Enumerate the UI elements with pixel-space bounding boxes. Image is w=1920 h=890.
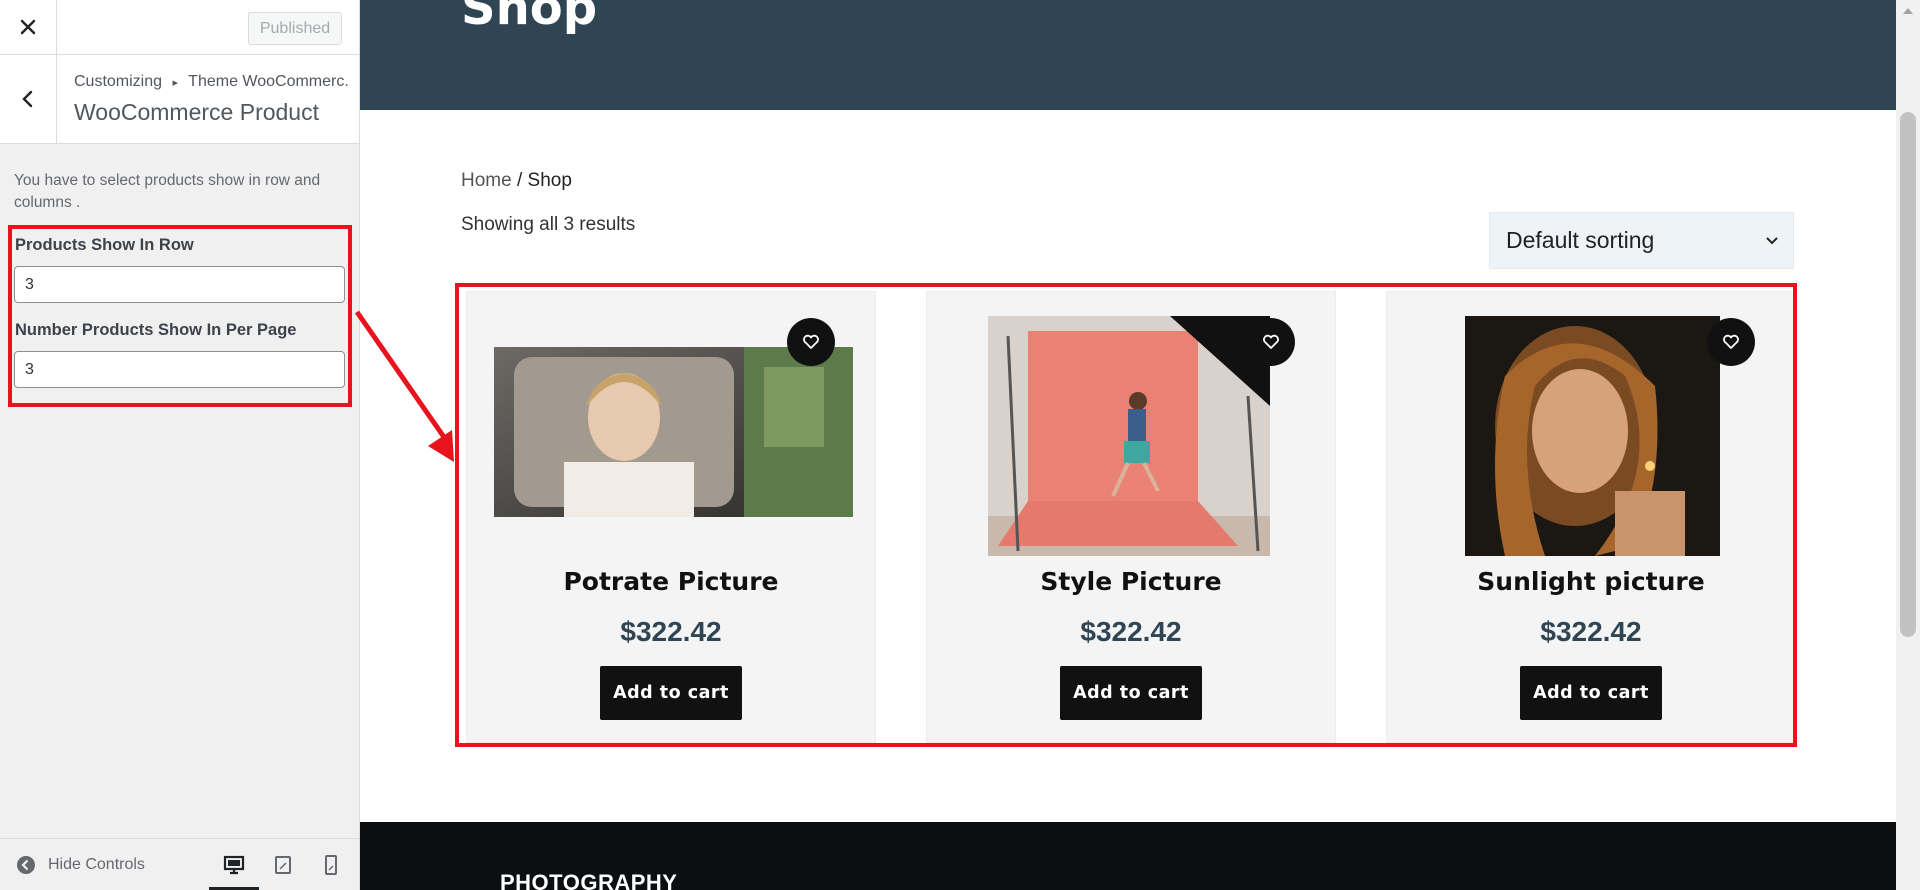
scroll-up-arrow[interactable] [1903, 8, 1913, 14]
controls-highlight-box [8, 225, 352, 407]
heart-icon [1263, 334, 1279, 349]
site-preview: Shop Home / Shop Showing all 3 results D… [360, 0, 1896, 890]
product-price: $322.42 [620, 616, 722, 647]
desktop-icon [223, 855, 245, 875]
wishlist-button[interactable] [1707, 318, 1755, 366]
wishlist-button[interactable] [787, 318, 835, 366]
section-title: WooCommerce Product [74, 99, 319, 125]
customizer-header: Published [0, 0, 359, 55]
hide-controls-icon [17, 856, 35, 874]
product-price: $322.42 [1540, 616, 1642, 647]
breadcrumb-root: Customizing [74, 73, 163, 90]
preview-tablet-button[interactable] [268, 851, 298, 879]
chevron-left-icon [22, 90, 33, 108]
product-price: $322.42 [1080, 616, 1182, 647]
preview-desktop-button[interactable] [219, 851, 249, 879]
product-card: Sunlight picture $322.42 Add to cart [1386, 291, 1796, 743]
customizer-breadcrumb: Customizing ▸ Theme WooCommerc... [74, 73, 349, 91]
footer-heading: PHOTOGRAPHY [500, 870, 678, 890]
mobile-icon [325, 855, 337, 875]
product-card: Style Picture $322.42 Add to cart [926, 291, 1336, 743]
breadcrumb-separator: ▸ [172, 77, 179, 89]
product-title[interactable]: Sunlight picture [1387, 567, 1795, 596]
product-title[interactable]: Style Picture [927, 567, 1335, 596]
add-to-cart-button[interactable]: Add to cart [1060, 666, 1202, 720]
tablet-icon [275, 856, 291, 874]
breadcrumb-current: Shop [527, 170, 572, 191]
hide-controls-button[interactable]: Hide Controls [16, 855, 145, 875]
section-description: You have to select products show in row … [14, 172, 321, 211]
hide-controls-label: Hide Controls [48, 856, 145, 873]
section-header: Customizing ▸ Theme WooCommerc... WooCom… [0, 55, 359, 144]
sorting-selected-value: Default sorting [1506, 227, 1655, 253]
publish-button[interactable]: Published [248, 12, 342, 45]
heart-icon [803, 334, 819, 349]
product-image-potrate[interactable] [494, 347, 853, 517]
preview-scrollbar[interactable] [1896, 0, 1920, 890]
back-button[interactable] [0, 55, 57, 143]
page-title: Shop [461, 0, 598, 36]
product-grid: Potrate Picture $322.42 Add to cart Styl… [456, 283, 1796, 743]
chevron-down-icon [1766, 236, 1778, 244]
sorting-select[interactable]: Default sorting [1489, 212, 1794, 269]
product-image-sunlight[interactable] [1465, 316, 1720, 556]
add-to-cart-button[interactable]: Add to cart [1520, 666, 1662, 720]
site-footer: PHOTOGRAPHY [360, 822, 1896, 890]
breadcrumb-divider: / [511, 170, 528, 191]
breadcrumb-home-link[interactable]: Home [461, 170, 512, 191]
customizer-sidebar: Published Customizing ▸ Theme WooCommerc… [0, 0, 360, 890]
product-image-style[interactable] [988, 316, 1270, 556]
customizer-footer: Hide Controls [0, 838, 359, 890]
shop-breadcrumb: Home / Shop [461, 170, 572, 192]
page-hero: Shop [360, 0, 1896, 110]
scrollbar-thumb[interactable] [1900, 112, 1916, 637]
add-to-cart-button[interactable]: Add to cart [600, 666, 742, 720]
preview-mobile-button[interactable] [316, 851, 346, 879]
product-title[interactable]: Potrate Picture [467, 567, 875, 596]
heart-icon [1723, 334, 1739, 349]
product-card: Potrate Picture $322.42 Add to cart [466, 291, 876, 743]
breadcrumb-parent: Theme WooCommerc... [188, 73, 349, 90]
wishlist-button[interactable] [1247, 318, 1295, 366]
result-count: Showing all 3 results [461, 214, 636, 235]
close-customizer-button[interactable] [0, 0, 57, 54]
close-icon [20, 19, 36, 35]
